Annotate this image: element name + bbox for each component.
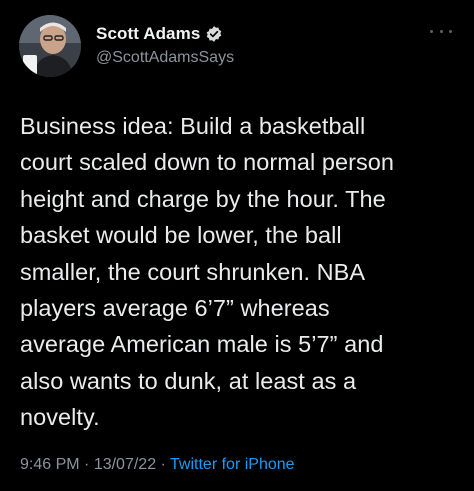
tweet-metadata: 9:46 PM · 13/07/22 · Twitter for iPhone	[20, 456, 295, 474]
more-dot	[439, 29, 443, 33]
profile-photo	[19, 15, 81, 77]
author-info: Scott Adams @ScottAdamsSays	[96, 22, 234, 67]
name-row: Scott Adams	[96, 22, 234, 46]
tweet-source[interactable]: Twitter for iPhone	[170, 456, 295, 473]
meta-separator: ·	[156, 456, 171, 473]
verified-badge-icon	[205, 25, 223, 43]
display-name[interactable]: Scott Adams	[96, 24, 200, 44]
more-options-icon[interactable]	[430, 26, 452, 36]
tweet-time[interactable]: 9:46 PM	[20, 456, 80, 473]
more-dot	[430, 29, 433, 33]
avatar[interactable]	[19, 15, 81, 77]
tweet-date[interactable]: 13/07/22	[94, 456, 156, 473]
handle[interactable]: @ScottAdamsSays	[96, 49, 234, 67]
more-dot	[449, 29, 452, 33]
meta-separator: ·	[79, 456, 94, 473]
tweet-text: Business idea: Build a basketball court …	[20, 113, 394, 431]
tweet: Scott Adams @ScottAdamsSays Business ide…	[0, 0, 474, 491]
